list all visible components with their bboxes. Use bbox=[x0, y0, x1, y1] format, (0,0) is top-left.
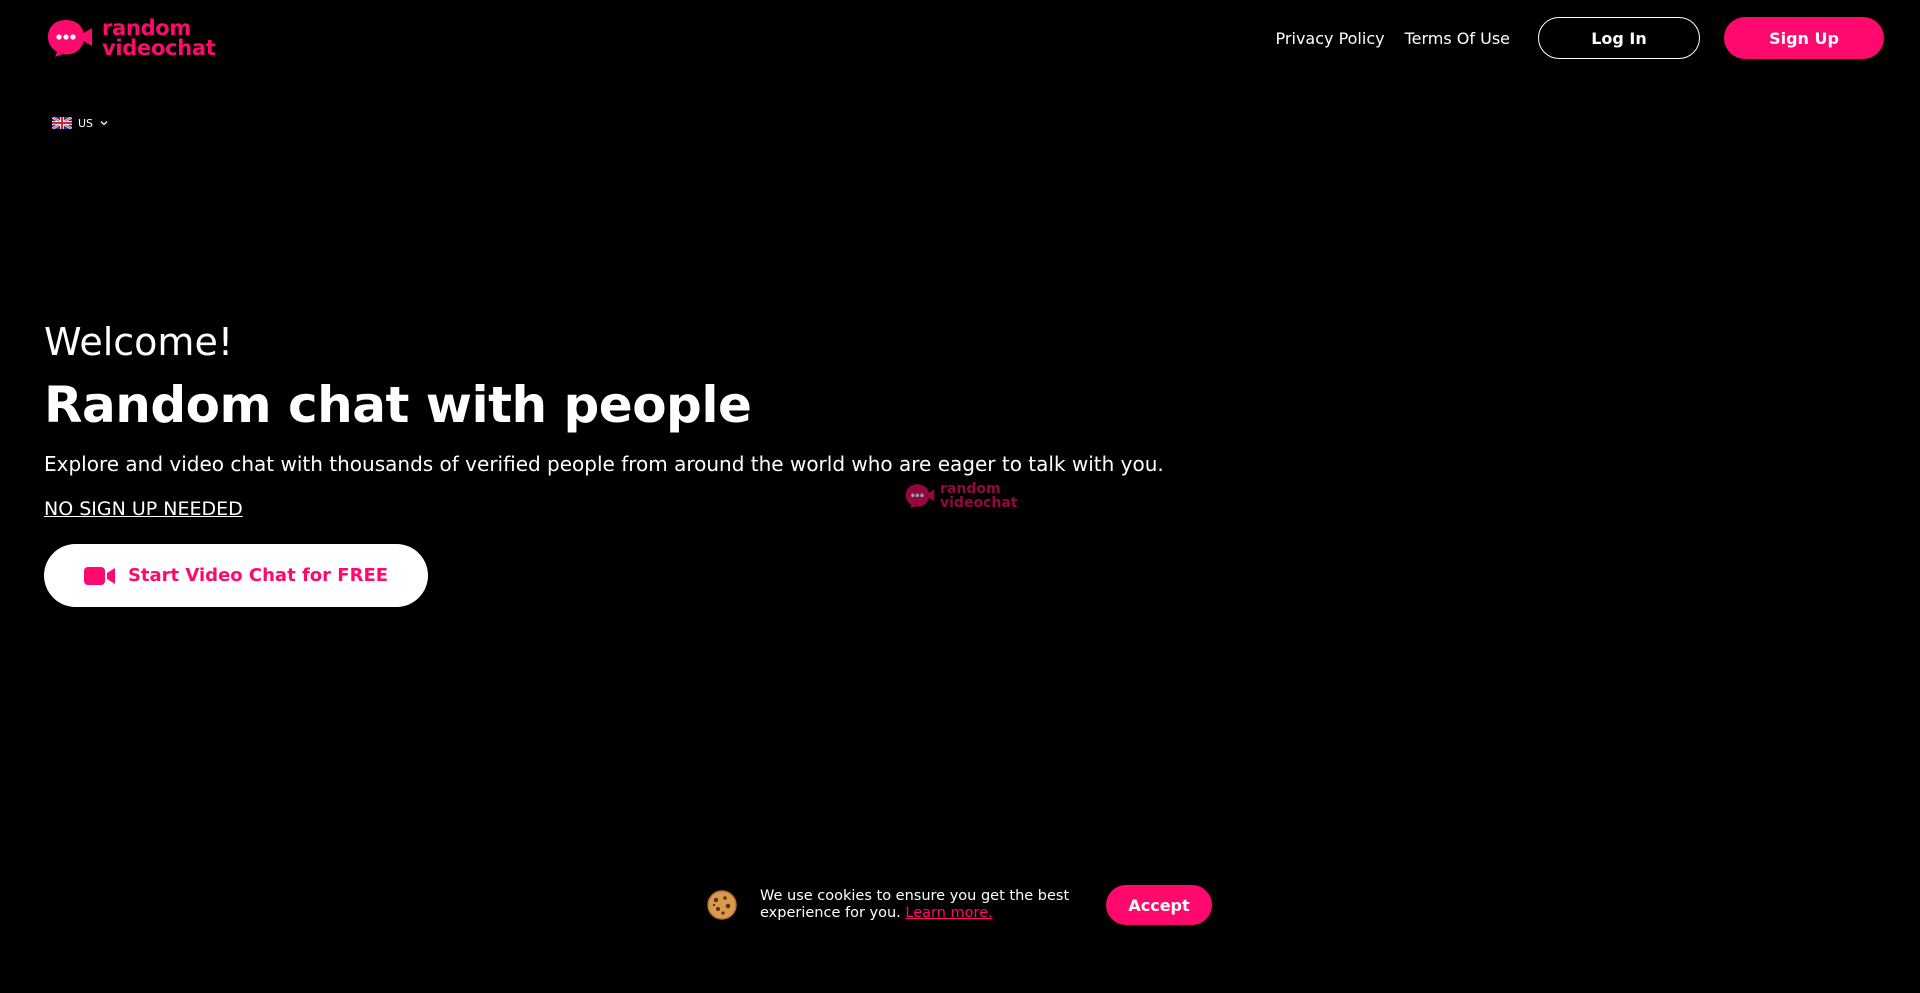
watermark-logo: random videochat bbox=[904, 482, 1017, 510]
uk-flag-icon bbox=[52, 117, 72, 129]
log-in-button[interactable]: Log In bbox=[1538, 17, 1700, 59]
chat-camera-logo-icon bbox=[48, 20, 92, 57]
brand-logo[interactable]: random videochat bbox=[46, 16, 216, 60]
hero-section: Welcome! Random chat with people Explore… bbox=[44, 318, 1244, 607]
terms-of-use-link[interactable]: Terms Of Use bbox=[1405, 29, 1510, 48]
start-video-chat-label: Start Video Chat for FREE bbox=[127, 565, 389, 586]
site-header: random videochat Privacy Policy Terms Of… bbox=[0, 0, 1920, 76]
sign-up-button[interactable]: Sign Up bbox=[1724, 17, 1884, 59]
chevron-down-icon bbox=[100, 121, 108, 126]
page-title: Random chat with people bbox=[44, 376, 752, 434]
hero-subtitle: Explore and video chat with thousands of… bbox=[44, 452, 1164, 476]
chat-camera-watermark-icon bbox=[905, 484, 935, 509]
no-sign-up-link[interactable]: NO SIGN UP NEEDED bbox=[44, 496, 243, 522]
learn-more-link[interactable]: Learn more. bbox=[905, 905, 992, 921]
language-selector[interactable]: US bbox=[52, 115, 109, 131]
accept-cookies-button[interactable]: Accept bbox=[1106, 885, 1212, 925]
start-video-chat-button[interactable]: Start Video Chat for FREE bbox=[44, 544, 428, 607]
language-code: US bbox=[78, 116, 94, 130]
cookie-banner: We use cookies to ensure you get the bes… bbox=[706, 884, 1212, 926]
brand-name-line1: random bbox=[102, 16, 192, 40]
watermark-line1: random bbox=[940, 481, 1001, 497]
brand-name-line2: videochat bbox=[102, 36, 216, 60]
privacy-policy-link[interactable]: Privacy Policy bbox=[1276, 29, 1385, 48]
welcome-heading: Welcome! bbox=[44, 320, 234, 364]
video-camera-icon bbox=[83, 566, 115, 585]
brand-wordmark: random videochat bbox=[102, 16, 216, 60]
watermark-line2: videochat bbox=[940, 495, 1018, 511]
cookie-message: We use cookies to ensure you get the bes… bbox=[760, 888, 1080, 922]
header-nav: Privacy Policy Terms Of Use Log In Sign … bbox=[1276, 17, 1884, 59]
cookie-icon bbox=[707, 890, 737, 920]
watermark-wordmark: random videochat bbox=[940, 482, 1017, 510]
